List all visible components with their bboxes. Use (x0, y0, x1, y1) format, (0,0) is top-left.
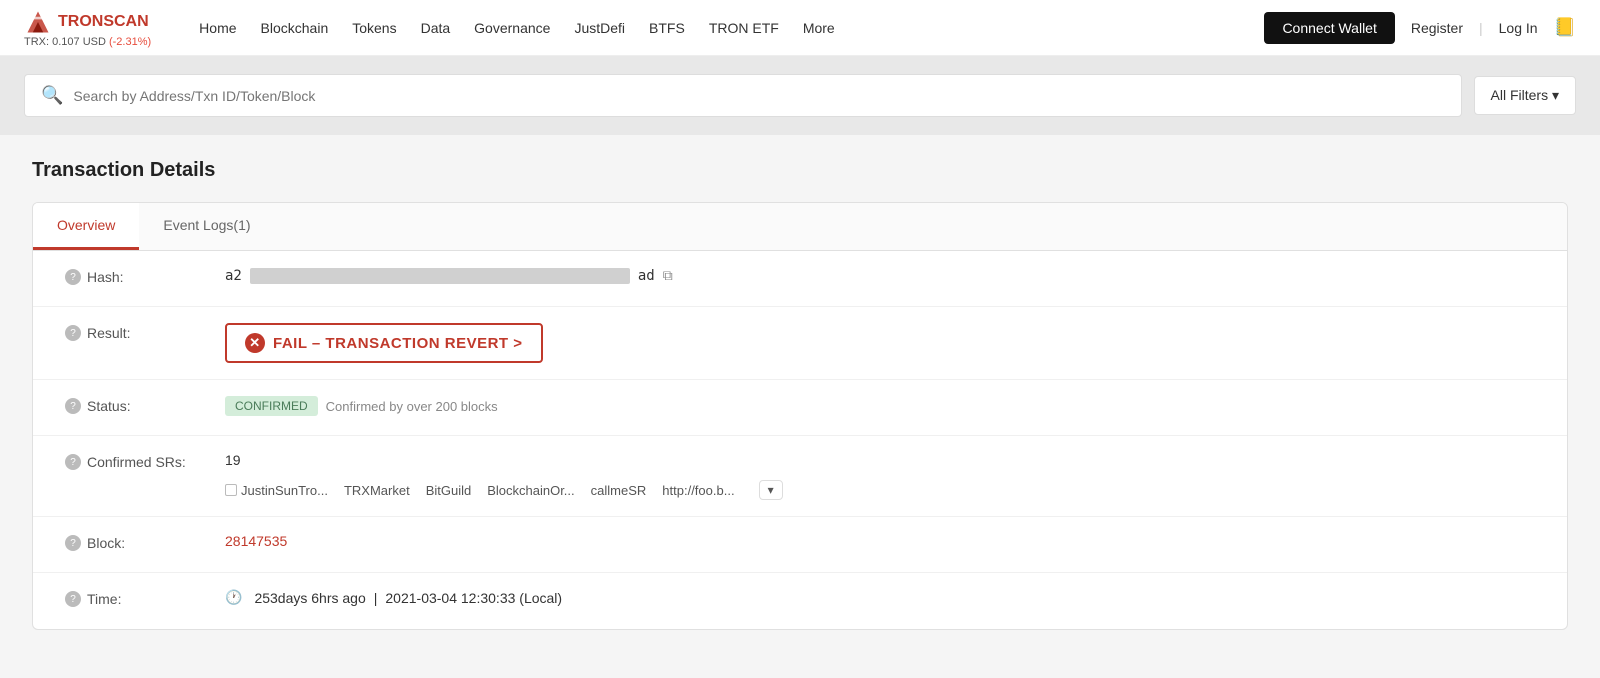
status-label: ? Status: (65, 396, 225, 414)
time-separator: | (374, 590, 378, 606)
block-row: ? Block: 28147535 (33, 517, 1567, 573)
hash-redacted (250, 268, 630, 284)
result-label: ? Result: (65, 323, 225, 341)
transaction-details-card: Overview Event Logs(1) ? Hash: a2 ad ⧉ (32, 202, 1568, 630)
sr-trxmarket: TRXMarket (344, 483, 410, 498)
logo-area: TRONSCAN TRX: 0.107 USD (-2.31%) (24, 8, 151, 48)
time-local: 2021-03-04 12:30:33 (Local) (385, 590, 562, 606)
register-link[interactable]: Register (1411, 20, 1463, 36)
nav-justdefi[interactable]: JustDefi (574, 20, 625, 36)
nav-blockchain[interactable]: Blockchain (261, 20, 329, 36)
result-value: ✕ FAIL – TRANSACTION REVERT > (225, 323, 1535, 363)
search-bar: 🔍 All Filters ▾ (0, 56, 1600, 135)
main-nav: Home Blockchain Tokens Data Governance J… (199, 20, 1232, 36)
confirmed-srs-help-icon[interactable]: ? (65, 454, 81, 470)
nav-home[interactable]: Home (199, 20, 236, 36)
status-value: CONFIRMED Confirmed by over 200 blocks (225, 396, 1535, 416)
header-right: Connect Wallet Register | Log In 📒 (1264, 12, 1576, 44)
block-label: ? Block: (65, 533, 225, 551)
nav-more[interactable]: More (803, 20, 835, 36)
confirmed-note: Confirmed by over 200 blocks (326, 399, 498, 414)
result-help-icon[interactable]: ? (65, 325, 81, 341)
tabs: Overview Event Logs(1) (33, 203, 1567, 251)
time-row: ? Time: 🕐 253days 6hrs ago | 2021-03-04 … (33, 573, 1567, 629)
block-help-icon[interactable]: ? (65, 535, 81, 551)
tab-event-logs[interactable]: Event Logs(1) (139, 203, 274, 250)
tab-overview[interactable]: Overview (33, 203, 139, 250)
sr-foob: http://foo.b... (662, 483, 734, 498)
nav-data[interactable]: Data (421, 20, 451, 36)
nav-btfs[interactable]: BTFS (649, 20, 685, 36)
time-help-icon[interactable]: ? (65, 591, 81, 607)
trx-price: TRX: 0.107 USD (-2.31%) (24, 36, 151, 48)
sr-count: 19 (225, 452, 241, 468)
notebook-icon[interactable]: 📒 (1554, 17, 1576, 38)
hash-label: ? Hash: (65, 267, 225, 285)
status-row: ? Status: CONFIRMED Confirmed by over 20… (33, 380, 1567, 436)
sr-callmesr: callmeSR (591, 483, 647, 498)
confirmed-srs-value: 19 JustinSunTro... TRXMarket BitGuild Bl… (225, 452, 1535, 500)
copy-icon[interactable]: ⧉ (663, 267, 673, 284)
nav-tron-etf[interactable]: TRON ETF (709, 20, 779, 36)
sr-expand-button[interactable]: ▾ (759, 480, 783, 500)
time-ago: 253days 6hrs ago (254, 590, 365, 606)
hash-suffix: ad (638, 268, 655, 284)
sr-list-inner: JustinSunTro... TRXMarket BitGuild Block… (241, 480, 783, 500)
sr-bitguild: BitGuild (426, 483, 472, 498)
fail-circle-icon: ✕ (245, 333, 265, 353)
confirmed-srs-label: ? Confirmed SRs: (65, 452, 225, 470)
login-link[interactable]: Log In (1499, 20, 1538, 36)
hash-value: a2 ad ⧉ (225, 267, 1535, 284)
status-help-icon[interactable]: ? (65, 398, 81, 414)
connect-wallet-button[interactable]: Connect Wallet (1264, 12, 1394, 44)
nav-governance[interactable]: Governance (474, 20, 550, 36)
sr-list: JustinSunTro... TRXMarket BitGuild Block… (225, 480, 1535, 500)
logo-icon (24, 8, 52, 36)
page-title: Transaction Details (32, 159, 1568, 182)
hash-prefix: a2 (225, 268, 242, 284)
block-value: 28147535 (225, 533, 1535, 549)
hash-row: ? Hash: a2 ad ⧉ (33, 251, 1567, 307)
fail-badge-text: FAIL – TRANSACTION REVERT > (273, 335, 523, 352)
result-row: ? Result: ✕ FAIL – TRANSACTION REVERT > (33, 307, 1567, 380)
time-label: ? Time: (65, 589, 225, 607)
search-input[interactable] (73, 88, 1444, 104)
sr-checkbox (225, 484, 237, 496)
confirmed-srs-row: ? Confirmed SRs: 19 JustinSunTro... TRXM… (33, 436, 1567, 517)
main-content: Transaction Details Overview Event Logs(… (0, 135, 1600, 654)
fail-transaction-revert-badge[interactable]: ✕ FAIL – TRANSACTION REVERT > (225, 323, 543, 363)
sr-justinsun: JustinSunTro... (241, 483, 328, 498)
logo[interactable]: TRONSCAN (24, 8, 149, 36)
detail-table: ? Hash: a2 ad ⧉ ? Result: ✕ (33, 251, 1567, 629)
header: TRONSCAN TRX: 0.107 USD (-2.31%) Home Bl… (0, 0, 1600, 56)
header-divider: | (1479, 20, 1483, 36)
clock-icon: 🕐 (225, 589, 242, 606)
search-inner: 🔍 (24, 74, 1462, 117)
all-filters-button[interactable]: All Filters ▾ (1474, 76, 1576, 115)
time-value: 🕐 253days 6hrs ago | 2021-03-04 12:30:33… (225, 589, 1535, 606)
nav-tokens[interactable]: Tokens (352, 20, 396, 36)
logo-text: TRONSCAN (58, 13, 149, 31)
hash-help-icon[interactable]: ? (65, 269, 81, 285)
sr-blockchaindor: BlockchainOr... (487, 483, 574, 498)
search-icon: 🔍 (41, 85, 63, 106)
block-number-link[interactable]: 28147535 (225, 533, 287, 549)
confirmed-badge: CONFIRMED (225, 396, 318, 416)
